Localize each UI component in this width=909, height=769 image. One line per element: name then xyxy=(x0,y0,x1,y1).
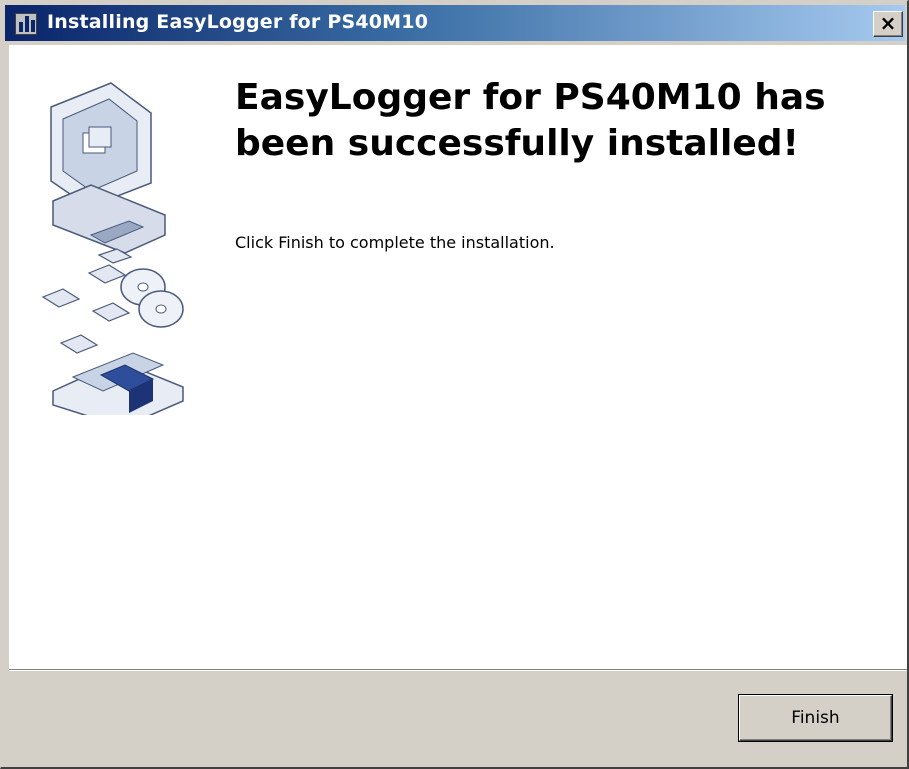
content-panel: EasyLogger for PS40M10 has been successf… xyxy=(9,45,907,669)
close-icon: × xyxy=(879,11,897,35)
installer-window: Installing EasyLogger for PS40M10 × Easy… xyxy=(0,0,909,769)
cd-discs-icon xyxy=(120,268,184,328)
completion-heading: EasyLogger for PS40M10 has been successf… xyxy=(235,77,826,164)
footer-divider-highlight xyxy=(9,670,907,671)
close-button[interactable]: × xyxy=(873,11,903,37)
title-bar[interactable]: Installing EasyLogger for PS40M10 × xyxy=(5,5,905,41)
floppy-disks-icon xyxy=(41,248,133,354)
installer-app-icon xyxy=(15,13,37,35)
monitor-icon xyxy=(50,82,166,254)
finish-button[interactable]: Finish xyxy=(739,695,892,741)
open-box-icon xyxy=(52,352,184,415)
window-title: Installing EasyLogger for PS40M10 xyxy=(47,11,429,33)
completion-instruction: Click Finish to complete the installatio… xyxy=(235,233,555,252)
computer-disks-box-illustration xyxy=(41,82,184,415)
